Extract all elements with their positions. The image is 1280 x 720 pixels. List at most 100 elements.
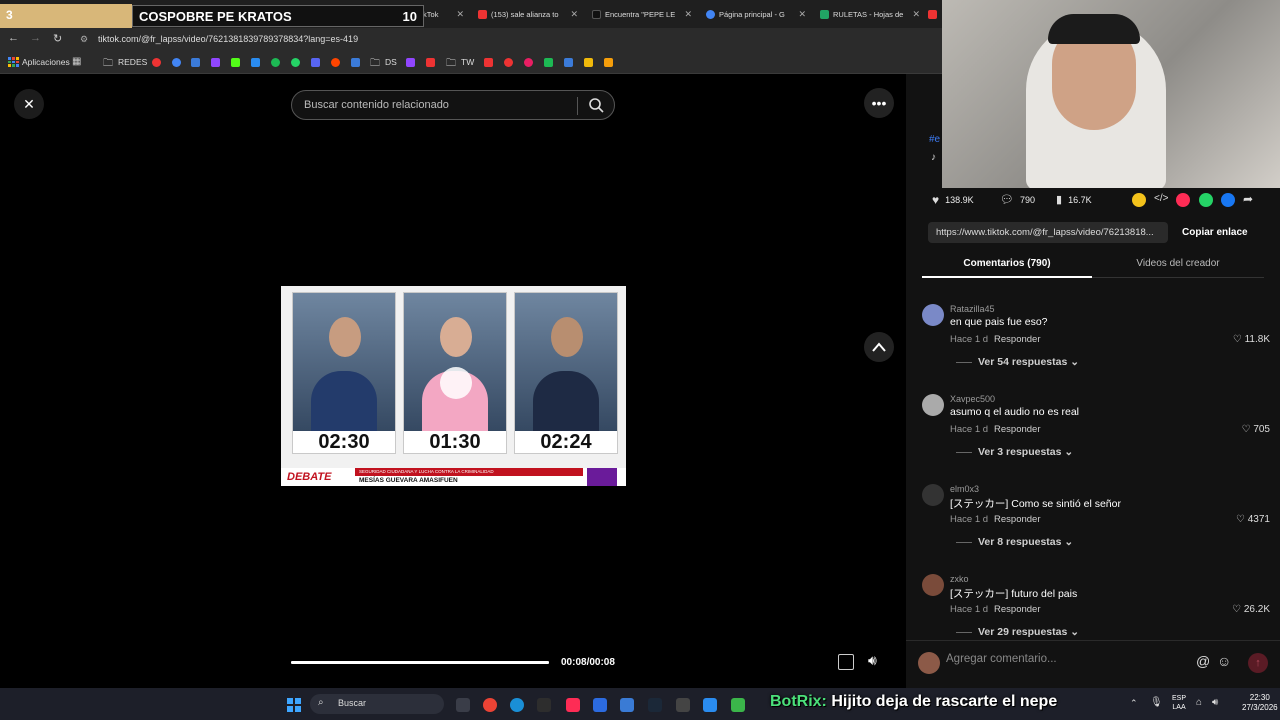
volume-tray-icon[interactable]: 🔊︎ <box>1212 697 1218 708</box>
play-icon[interactable] <box>440 367 472 399</box>
close-icon[interactable]: ✕ <box>570 9 584 20</box>
language-indicator[interactable]: ESP LAA <box>1172 694 1186 712</box>
reload-icon[interactable]: ↻ <box>53 32 62 45</box>
volume-icon[interactable]: 🔊︎ <box>868 652 877 669</box>
view-replies-button[interactable]: Ver 3 respuestas ⌄ <box>956 446 1073 458</box>
browser-tab[interactable]: Página principal - G ✕ <box>700 4 812 24</box>
comment-count[interactable]: 💬︎ 790 <box>1000 193 1035 206</box>
chrome-icon[interactable] <box>483 698 497 712</box>
browser-tab[interactable]: Encuentra "PEPE LE ✕ <box>586 4 698 24</box>
close-icon[interactable]: ✕ <box>912 9 926 20</box>
network-icon[interactable]: ⌂ <box>1196 697 1202 708</box>
site-info-icon[interactable]: ⚙ <box>80 34 88 45</box>
avatar[interactable] <box>922 574 944 596</box>
browser-tab[interactable]: (153) sale alianza to ✕ <box>472 4 584 24</box>
reply-button[interactable]: Responder <box>994 514 1040 525</box>
copy-link-button[interactable]: Copiar enlace <box>1176 222 1254 243</box>
minecraft-icon[interactable] <box>731 698 745 712</box>
avatar[interactable] <box>922 394 944 416</box>
taskbar-search[interactable]: ⌕ Buscar <box>310 694 444 714</box>
comment-likes[interactable]: ♡ 4371 <box>1236 514 1270 525</box>
view-replies-button[interactable]: Ver 54 respuestas ⌄ <box>956 356 1079 368</box>
embed-icon[interactable]: </> <box>1154 193 1168 204</box>
youtube-bookmark-icon[interactable] <box>152 58 161 67</box>
like-count[interactable]: ♥ 138.9K <box>932 193 974 207</box>
app-bookmark-icon[interactable] <box>544 58 553 67</box>
facebook-icon[interactable] <box>1221 193 1235 207</box>
comment-likes[interactable]: ♡ 705 <box>1242 424 1270 435</box>
whatsapp-icon[interactable] <box>1199 193 1213 207</box>
comment-username[interactable]: zxko <box>950 574 969 584</box>
twitch-bookmark-icon[interactable] <box>406 58 415 67</box>
forward-icon[interactable]: → <box>30 32 41 44</box>
browser-tab[interactable] <box>926 4 942 24</box>
bookmark-ds[interactable]: DS <box>385 57 397 67</box>
close-icon[interactable]: ✕ <box>456 9 470 20</box>
discord-bookmark-icon[interactable] <box>311 58 320 67</box>
grid-icon[interactable]: ▦ <box>72 56 81 67</box>
app-bookmark-icon[interactable] <box>604 58 613 67</box>
emoji-icon[interactable]: ☺ <box>1217 653 1231 669</box>
edge-icon[interactable] <box>510 698 524 712</box>
avatar[interactable] <box>922 304 944 326</box>
terminal-icon[interactable] <box>537 698 551 712</box>
comment-input[interactable]: Agregar comentario... <box>946 653 1196 665</box>
post-button[interactable]: ↑ <box>1248 653 1268 673</box>
back-icon[interactable]: ← <box>8 32 19 44</box>
spotify-bookmark-icon[interactable] <box>271 58 280 67</box>
app-taskbar-icon[interactable] <box>703 698 717 712</box>
bookmark-tw[interactable]: TW <box>461 57 474 67</box>
whatsapp-bookmark-icon[interactable] <box>291 58 300 67</box>
app-bookmark-icon[interactable] <box>426 58 435 67</box>
search-input[interactable]: Buscar contenido relacionado <box>291 90 615 120</box>
app-taskbar-icon[interactable] <box>593 698 607 712</box>
task-view-icon[interactable] <box>456 698 470 712</box>
coin-icon[interactable] <box>1132 193 1146 207</box>
twitch-bookmark-icon[interactable] <box>211 58 220 67</box>
close-icon[interactable]: ✕ <box>684 9 698 20</box>
kick-bookmark-icon[interactable] <box>231 58 240 67</box>
video-player[interactable]: 02:30 01:30 02:24 DEBATE SEGURIDAD CIUDA… <box>281 286 626 486</box>
app-taskbar-icon[interactable] <box>620 698 634 712</box>
bookmark-aplicaciones[interactable]: Aplicaciones <box>22 57 70 67</box>
send-icon[interactable] <box>1176 193 1190 207</box>
reply-button[interactable]: Responder <box>994 334 1040 345</box>
reply-button[interactable]: Responder <box>994 604 1040 615</box>
progress-bar[interactable] <box>291 661 549 664</box>
reply-button[interactable]: Responder <box>994 424 1040 435</box>
comment-username[interactable]: Ratazilla45 <box>950 304 995 314</box>
browser-tab[interactable]: RULETAS - Hojas de ✕ <box>814 4 926 24</box>
share-icon[interactable]: ➦ <box>1243 192 1253 206</box>
docs-bookmark-icon[interactable] <box>191 58 200 67</box>
comment-likes[interactable]: ♡ 26.2K <box>1232 604 1270 615</box>
bookmark-redes[interactable]: REDES <box>118 57 147 67</box>
app-bookmark-icon[interactable] <box>351 58 360 67</box>
app-bookmark-icon[interactable] <box>484 58 493 67</box>
app-taskbar-icon[interactable] <box>676 698 690 712</box>
view-replies-button[interactable]: Ver 8 respuestas ⌄ <box>956 536 1073 548</box>
app-bookmark-icon[interactable] <box>504 58 513 67</box>
steam-icon[interactable] <box>648 698 662 712</box>
windows-start-icon[interactable] <box>287 698 301 712</box>
more-options-button[interactable]: ••• <box>864 88 894 118</box>
search-icon[interactable] <box>588 97 604 113</box>
tab-creator-videos[interactable]: Videos del creador <box>1092 258 1264 278</box>
comment-username[interactable]: Xavpec500 <box>950 394 995 404</box>
binance-bookmark-icon[interactable] <box>584 58 593 67</box>
avatar[interactable] <box>922 484 944 506</box>
url-text[interactable]: tiktok.com/@fr_lapss/video/7621381839789… <box>98 34 358 44</box>
reddit-bookmark-icon[interactable] <box>331 58 340 67</box>
save-count[interactable]: ▮ 16.7K <box>1056 193 1092 206</box>
close-icon[interactable]: ✕ <box>798 9 812 20</box>
app-bookmark-icon[interactable] <box>251 58 260 67</box>
apps-icon[interactable] <box>8 57 19 67</box>
tiktok-taskbar-icon[interactable] <box>566 698 580 712</box>
app-bookmark-icon[interactable] <box>564 58 573 67</box>
tab-comments[interactable]: Comentarios (790) <box>922 258 1092 278</box>
view-replies-button[interactable]: Ver 29 respuestas ⌄ <box>956 626 1079 638</box>
google-bookmark-icon[interactable] <box>172 58 181 67</box>
microphone-icon[interactable]: 🎙︎ <box>1150 697 1163 708</box>
close-button[interactable]: ✕ <box>14 89 44 119</box>
system-clock[interactable]: 22:30 27/3/2026 <box>1242 693 1278 713</box>
mention-icon[interactable]: @ <box>1196 653 1210 669</box>
